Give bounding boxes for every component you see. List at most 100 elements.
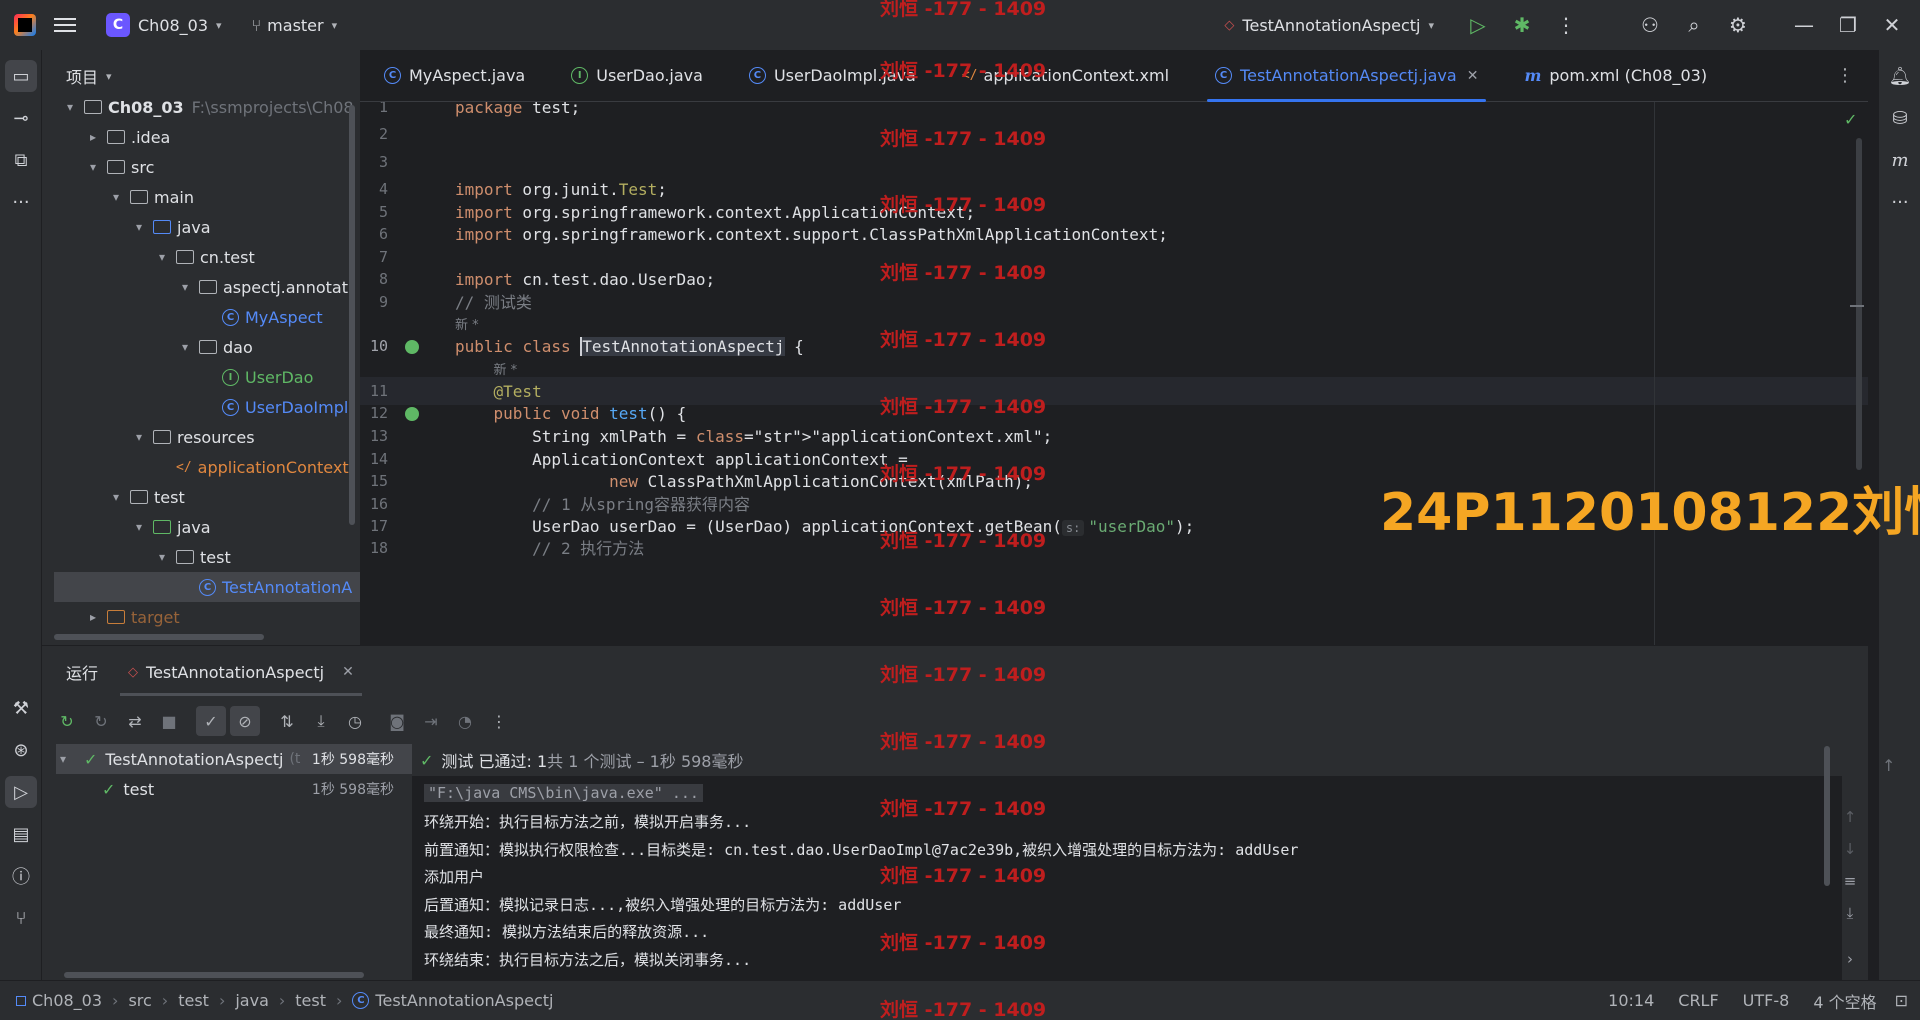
settings-gear-icon[interactable]: ⚙ (1716, 3, 1760, 47)
editor-tab[interactable]: m pom.xml (Ch08_03) (1510, 50, 1721, 102)
arrow-up-icon[interactable]: ↑ (1832, 801, 1868, 833)
breadcrumb-item[interactable]: Ch08_03 (32, 991, 102, 1010)
more-actions-icon[interactable]: ⋮ (1544, 3, 1588, 47)
breadcrumb-item[interactable]: java (235, 991, 269, 1010)
coverage-icon[interactable]: ◔ (450, 706, 480, 736)
editor-tab[interactable]: I UserDao.java (557, 50, 717, 102)
structure-icon[interactable]: ⧉ (5, 144, 37, 176)
run-icon[interactable]: ▷ (1456, 3, 1500, 47)
more-options-icon[interactable]: ⋮ (484, 706, 514, 736)
arrow-down-icon[interactable]: ↓ (1832, 833, 1868, 865)
notifications-bell-icon[interactable]: 🔔︎ (1884, 60, 1916, 92)
tree-item[interactable]: ▸ .idea (42, 122, 360, 152)
run-tool-icon[interactable]: ▷ (5, 776, 37, 808)
no-problems-check-icon[interactable]: ✓ (1844, 110, 1857, 129)
toggle-auto-test-icon[interactable]: ⇄ (120, 706, 150, 736)
scroll-up-icon[interactable]: ↑ (1882, 756, 1895, 775)
project-switcher[interactable]: C Ch08_03 ▾ (98, 7, 230, 43)
breadcrumb-item[interactable]: test (295, 991, 326, 1010)
run-test-gutter-icon[interactable] (405, 407, 419, 421)
history-icon[interactable]: ◷ (340, 706, 370, 736)
terminal-icon[interactable]: ▤ (5, 818, 37, 850)
horizontal-scrollbar[interactable] (54, 634, 264, 640)
editor-tab[interactable]: C TestAnnotationAspectj.java ✕ (1201, 50, 1492, 102)
tree-item[interactable]: ▾ dao (42, 332, 360, 362)
editor-scrollbar[interactable] (1856, 138, 1862, 470)
minimize-icon[interactable]: — (1782, 3, 1826, 47)
chevron-down-icon[interactable]: ▾ (177, 280, 193, 294)
run-tab[interactable]: ◇ TestAnnotationAspectj ✕ (120, 646, 362, 698)
commit-icon[interactable]: ⊸ (5, 102, 37, 134)
tree-item[interactable]: </ applicationContext (42, 452, 360, 482)
debug-icon[interactable]: ✱ (1500, 3, 1544, 47)
git-icon[interactable]: ⑂ (5, 902, 37, 934)
more-tabs-icon[interactable]: ⋮ (1836, 65, 1854, 86)
tree-item[interactable]: ▾ test (42, 482, 360, 512)
branch-switcher[interactable]: ⑂ master ▾ (244, 7, 346, 43)
database-icon[interactable]: ⛁ (1884, 102, 1916, 134)
tree-item[interactable]: ▸ target (42, 602, 360, 632)
code-editor[interactable]: 1 2 3 4 5 6 7 8 9 10 11 12 13 14 15 16 17 18 package test… (360, 102, 1868, 645)
tree-item[interactable]: C UserDaoImpl (42, 392, 360, 422)
line-separator[interactable]: CRLF (1678, 991, 1718, 1010)
sort-icon[interactable]: ⇅ (272, 706, 302, 736)
tree-item[interactable]: ▾ aspectj.annotati (42, 272, 360, 302)
code-line[interactable]: package test; (455, 102, 580, 121)
services-icon[interactable]: ⊛ (5, 734, 37, 766)
chevron-down-icon[interactable]: ▾ (154, 250, 170, 264)
chevron-down-icon[interactable]: ▾ (154, 550, 170, 564)
breadcrumb-item[interactable]: TestAnnotationAspectj (375, 991, 553, 1010)
chevron-down-icon[interactable]: ▾ (108, 190, 124, 204)
close-icon[interactable]: ✕ (1870, 3, 1914, 47)
lock-icon[interactable]: ⊡ (1895, 991, 1908, 1010)
maven-icon[interactable]: m (1884, 144, 1916, 176)
project-folder-icon[interactable]: ▭ (5, 60, 37, 92)
chevron-down-icon[interactable]: ▾ (131, 220, 147, 234)
run-config-selector[interactable]: ◇ TestAnnotationAspectj ▾ (1216, 7, 1442, 43)
file-encoding[interactable]: UTF-8 (1743, 991, 1790, 1010)
tree-item[interactable]: ▾ src (42, 152, 360, 182)
tree-item[interactable]: C MyAspect (42, 302, 360, 332)
export-icon[interactable]: ⇥ (416, 706, 446, 736)
console-output[interactable]: ✓ 测试 已通过: 1 共 1 个测试 – 1秒 598毫秒 "F:\java … (412, 744, 1895, 981)
tree-item[interactable]: ▾ resources (42, 422, 360, 452)
run-test-gutter-icon[interactable] (405, 340, 419, 354)
tree-item[interactable]: ▾ test (42, 542, 360, 572)
import-tests-icon[interactable]: ⤓ (306, 706, 336, 736)
tree-item[interactable]: I UserDao (42, 362, 360, 392)
tree-item[interactable]: ▾ Ch08_03 F:\ssmprojects\Ch08 (42, 92, 360, 122)
caret-position[interactable]: 10:14 (1608, 991, 1654, 1010)
test-suite-row[interactable]: ▾ ✓ TestAnnotationAspectj (t 1秒 598毫秒 (56, 744, 412, 774)
horizontal-scrollbar[interactable] (64, 972, 364, 978)
close-tab-icon[interactable]: ✕ (342, 664, 354, 680)
add-user-icon[interactable]: ⚇ (1628, 3, 1672, 47)
screenshot-icon[interactable]: ◙ (382, 706, 412, 736)
tree-item[interactable]: C TestAnnotationA (54, 572, 360, 602)
search-icon[interactable]: ⌕ (1672, 3, 1716, 47)
chevron-down-icon[interactable]: ▾ (177, 340, 193, 354)
tree-item[interactable]: ▾ java (42, 512, 360, 542)
chevron-down-icon[interactable]: ▾ (108, 490, 124, 504)
scroll-to-end-icon[interactable]: ⤓ (1832, 897, 1868, 929)
chevron-down-icon[interactable]: ▾ (131, 520, 147, 534)
show-passed-icon[interactable]: ✓ (196, 706, 226, 736)
soft-wrap-icon[interactable]: ≡ (1832, 865, 1868, 897)
code-line[interactable]: import org.springframework.context.suppo… (455, 221, 1168, 248)
expand-icon[interactable]: › (1832, 943, 1868, 975)
more-tools-icon[interactable]: ··· (5, 186, 37, 218)
chevron-right-icon[interactable]: ▸ (85, 130, 101, 144)
tree-item[interactable]: ▾ cn.test (42, 242, 360, 272)
chevron-down-icon[interactable]: ▾ (131, 430, 147, 444)
rerun-failed-icon[interactable]: ↻ (86, 706, 116, 736)
tree-item[interactable]: ▾ java (42, 212, 360, 242)
more-tools-icon[interactable]: ··· (1884, 186, 1916, 218)
close-tab-icon[interactable]: ✕ (1467, 68, 1479, 84)
test-case-row[interactable]: ✓ test 1秒 598毫秒 (56, 774, 412, 804)
vertical-scrollbar[interactable] (349, 105, 355, 525)
restore-icon[interactable]: ❐ (1826, 3, 1870, 47)
main-menu-icon[interactable] (54, 14, 76, 36)
code-line[interactable]: // 2 执行方法 (455, 535, 644, 562)
chevron-down-icon[interactable]: ▾ (62, 100, 78, 114)
breadcrumb-item[interactable]: test (178, 991, 209, 1010)
chevron-down-icon[interactable]: ▾ (85, 160, 101, 174)
